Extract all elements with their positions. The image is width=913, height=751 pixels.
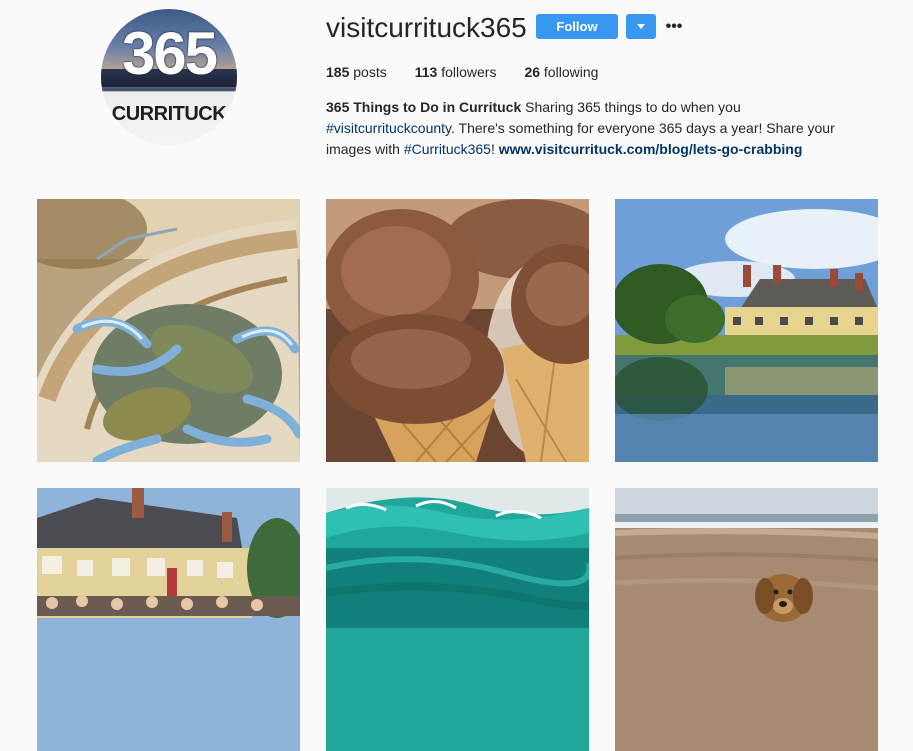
crab-basket-image [37,199,300,462]
bio-hashtag-1[interactable]: #visitcurrituckcounty [326,120,451,136]
suggestions-dropdown-button[interactable] [626,14,656,39]
post-thumbnail-historic-building[interactable] [37,488,300,751]
post-thumbnail-lodge[interactable] [615,199,878,462]
post-thumbnail-surf[interactable] [326,488,589,751]
followers-stat[interactable]: 113 followers [415,64,497,80]
ice-cream-image [326,199,589,462]
posts-stat: 185 posts [326,64,387,80]
following-count: 26 [524,64,541,80]
profile-bio: 365 Things to Do in Currituck Sharing 36… [326,97,866,160]
profile-full-name: 365 Things to Do in Currituck [326,99,522,115]
more-options-button[interactable]: ••• [664,14,684,39]
posts-count: 185 [326,64,350,80]
caret-down-icon [637,24,645,29]
following-stat[interactable]: 26 following [524,64,598,80]
post-thumbnail-crabs[interactable] [37,199,300,462]
bio-hashtag-2[interactable]: #Currituck365 [404,141,491,157]
followers-label: followers [441,64,497,80]
profile-username: visitcurrituck365 [326,12,527,43]
lodge-image [615,199,878,462]
aerial-surf-image [326,488,589,751]
bio-text-3: ! [490,141,499,157]
bio-text-1: Sharing 365 things to do when you [521,99,741,115]
profile-avatar[interactable]: 365 CURRITUCK [101,9,237,145]
post-thumbnail-ice-cream[interactable] [326,199,589,462]
historic-building-image [37,488,300,751]
followers-count: 113 [414,64,438,80]
profile-stats: 185 posts 113 followers 26 following [326,64,626,80]
avatar-logo-number: 365 [121,20,218,87]
bio-website-link[interactable]: www.visitcurrituck.com/blog/lets-go-crab… [499,141,803,157]
beach-dog-image [615,488,878,751]
following-label: following [543,64,599,80]
avatar-logo-text: CURRITUCK [111,103,227,125]
posts-label: posts [353,64,387,80]
post-thumbnail-beach-dog[interactable] [615,488,878,751]
follow-button[interactable]: Follow [536,14,618,39]
